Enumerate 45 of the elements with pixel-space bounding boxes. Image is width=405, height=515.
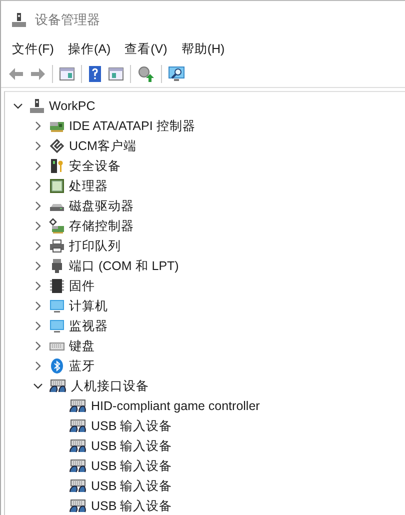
tree-item[interactable]: 处理器 — [69, 178, 108, 194]
tree-item[interactable]: USB 输入设备 — [91, 438, 172, 454]
input-device-icon — [69, 498, 87, 514]
chip-icon — [49, 278, 65, 294]
tree-item[interactable]: 打印队列 — [69, 238, 121, 254]
tree-item[interactable]: 固件 — [69, 278, 95, 294]
input-device-icon — [69, 398, 87, 414]
bluetooth-icon — [49, 358, 65, 374]
menu-item[interactable]: 操作(A) — [60, 40, 118, 58]
monitor-icon — [49, 298, 65, 314]
tree-item[interactable]: USB 输入设备 — [91, 498, 172, 514]
printer-icon — [49, 238, 65, 254]
tree-item[interactable]: WorkPC — [49, 99, 96, 113]
tree-item[interactable]: 端口 (COM 和 LPT) — [69, 258, 179, 274]
monitor-icon — [49, 318, 65, 334]
diamond-icon — [49, 138, 65, 154]
tree-item[interactable]: 计算机 — [69, 298, 108, 314]
storage-controller-icon — [49, 218, 65, 234]
input-device-icon — [69, 478, 87, 494]
tree-item[interactable]: USB 输入设备 — [91, 458, 172, 474]
tree-item[interactable]: 人机接口设备 — [71, 378, 149, 394]
tree-item[interactable]: 蓝牙 — [69, 358, 95, 374]
menu-item[interactable]: 查看(V) — [118, 40, 174, 58]
tree-item[interactable]: HID-compliant game controller — [91, 399, 260, 413]
input-device-icon — [69, 458, 87, 474]
tree-item[interactable]: 存储控制器 — [69, 218, 134, 234]
tree-item[interactable]: 安全设备 — [69, 158, 121, 174]
menu-item[interactable]: 帮助(H) — [174, 40, 232, 58]
computer-icon — [29, 98, 45, 114]
tree-item[interactable]: USB 输入设备 — [91, 478, 172, 494]
window-title: 设备管理器 — [35, 11, 100, 29]
input-device-icon — [69, 418, 87, 434]
tree-item[interactable]: 磁盘驱动器 — [69, 198, 134, 214]
input-device-icon — [69, 438, 87, 454]
port-connector-icon — [49, 258, 65, 274]
tree-item[interactable]: 监视器 — [69, 318, 108, 334]
input-device-icon — [49, 378, 67, 394]
tree-item[interactable]: IDE ATA/ATAPI 控制器 — [69, 118, 196, 134]
tree-item[interactable]: USB 输入设备 — [91, 418, 172, 434]
menu-item[interactable]: 文件(F) — [5, 40, 61, 58]
security-key-icon — [49, 158, 65, 174]
processor-icon — [49, 178, 65, 194]
app-icon — [11, 12, 27, 28]
tree-item[interactable]: 键盘 — [69, 338, 95, 354]
tree-item[interactable]: UCM客户端 — [69, 138, 136, 154]
